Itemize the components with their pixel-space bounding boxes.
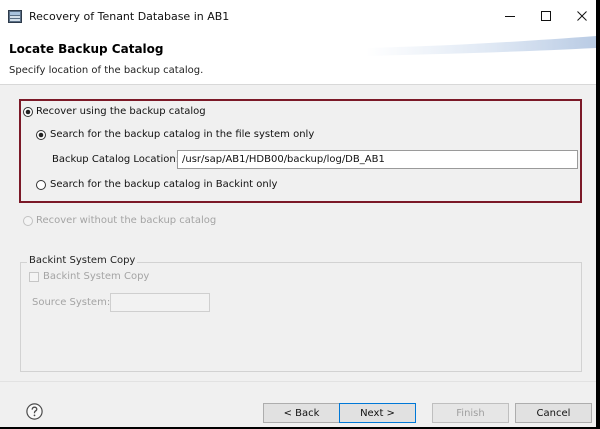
- help-icon[interactable]: [26, 403, 43, 420]
- maximize-icon: [541, 11, 551, 21]
- title-bar: Recovery of Tenant Database in AB1: [0, 0, 596, 34]
- close-button[interactable]: [574, 8, 590, 24]
- recover-with-catalog-radio[interactable]: [23, 107, 33, 117]
- wizard-content: Recover using the backup catalog Search …: [0, 85, 596, 381]
- minimize-button[interactable]: [502, 8, 518, 24]
- cancel-button[interactable]: Cancel: [515, 403, 592, 423]
- search-backint-radio[interactable]: [36, 180, 46, 190]
- header-banner: [366, 36, 596, 56]
- minimize-icon: [505, 16, 515, 17]
- wizard-header: Locate Backup Catalog Specify location o…: [0, 34, 596, 85]
- recover-without-catalog-label[interactable]: Recover without the backup catalog: [36, 215, 216, 226]
- wizard-footer: < Back Next > Finish Cancel: [0, 381, 596, 427]
- next-button[interactable]: Next >: [339, 403, 416, 423]
- backint-system-copy-label[interactable]: Backint System Copy: [43, 271, 149, 282]
- maximize-button[interactable]: [538, 8, 554, 24]
- close-icon: [577, 11, 587, 21]
- page-description: Specify location of the backup catalog.: [9, 65, 204, 76]
- search-file-system-label[interactable]: Search for the backup catalog in the fil…: [50, 129, 314, 140]
- search-file-system-radio[interactable]: [36, 130, 46, 140]
- catalog-location-label: Backup Catalog Location:: [52, 154, 180, 165]
- backint-group-title: Backint System Copy: [27, 255, 138, 266]
- finish-button[interactable]: Finish: [432, 403, 509, 423]
- source-system-label: Source System:: [32, 297, 111, 308]
- back-button[interactable]: < Back: [263, 403, 340, 423]
- window-title: Recovery of Tenant Database in AB1: [29, 10, 230, 23]
- page-title: Locate Backup Catalog: [9, 42, 164, 56]
- database-recovery-icon: [8, 10, 22, 23]
- search-backint-label[interactable]: Search for the backup catalog in Backint…: [50, 179, 277, 190]
- backint-system-copy-checkbox[interactable]: [29, 272, 39, 282]
- catalog-location-input[interactable]: [177, 150, 578, 169]
- recover-with-catalog-label[interactable]: Recover using the backup catalog: [36, 106, 206, 117]
- recovery-wizard-window: Recovery of Tenant Database in AB1 Locat…: [0, 0, 596, 427]
- source-system-input[interactable]: [110, 293, 210, 312]
- recover-without-catalog-radio[interactable]: [23, 216, 33, 226]
